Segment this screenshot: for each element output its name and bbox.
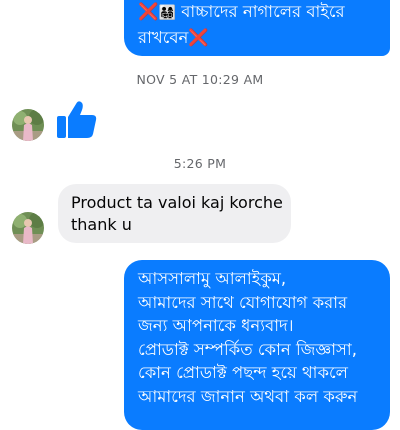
outgoing-message-bubble[interactable]: ❌👨‍👩‍👧‍👦 বাচ্চাদের নাগালের বাইরে রাখবেন❌ — [124, 0, 390, 56]
cross-emoji: ❌ — [188, 27, 209, 47]
outgoing-message-bubble[interactable]: আসসালামু আলাইকুম, আমাদের সাথে যোগাযোগ কর… — [124, 260, 390, 430]
message-line: thank u — [71, 215, 132, 234]
like-message[interactable] — [54, 96, 100, 142]
message-line: Product ta valoi kaj korche — [71, 193, 283, 212]
avatar[interactable] — [12, 212, 44, 244]
message-line: জন্য আপনাকে ধন্যবাদ। — [138, 316, 294, 335]
cross-emoji: ❌ — [138, 2, 159, 21]
message-line: প্রোডাক্ট সম্পর্কিত কোন জিজ্ঞাসা, — [138, 339, 357, 359]
message-line: কোন প্রোডাক্ট পছন্দ হয়ে থাকলে — [138, 363, 348, 382]
timestamp: 5:26 PM — [173, 156, 227, 171]
message-line: আসসালামু আলাইকুম, — [138, 269, 287, 288]
incoming-message-bubble[interactable]: Product ta valoi kaj korche thank u — [58, 184, 291, 243]
message-line: আমাদের সাথে যোগাযোগ করার — [138, 292, 348, 312]
avatar[interactable] — [12, 109, 44, 141]
message-line: রাখবেন❌ — [138, 27, 209, 47]
family-emoji: 👨‍👩‍👧‍👦 — [158, 5, 176, 21]
thumbs-up-icon — [57, 101, 97, 138]
message-line: ❌👨‍👩‍👧‍👦 বাচ্চাদের নাগালের বাইরে — [138, 2, 345, 21]
timestamp: NOV 5 AT 10:29 AM — [136, 72, 264, 87]
message-line: আমাদের জানান অথবা কল করুন — [138, 386, 358, 406]
